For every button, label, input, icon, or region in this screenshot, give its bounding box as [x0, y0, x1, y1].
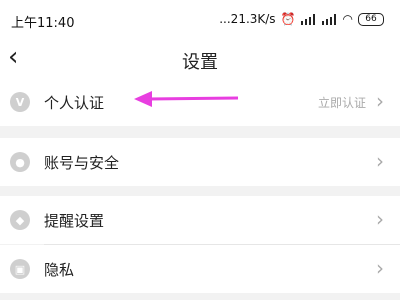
settings-item-label: 隐私: [44, 261, 75, 279]
chevron-right-icon: ›: [376, 207, 384, 231]
settings-item-meta: 立即认证: [317, 96, 366, 110]
alarm-icon: ⏰: [280, 12, 296, 26]
status-time: 上午11:40: [11, 16, 75, 31]
bell-icon: ◆: [10, 210, 30, 230]
signal-icon-2: [321, 13, 338, 25]
settings-item-privacy[interactable]: ▣ 隐私 ›: [0, 245, 400, 293]
net-speed: ...21.3K/s: [219, 12, 276, 26]
wifi-icon: ◠: [342, 12, 353, 26]
chevron-right-icon: ›: [376, 149, 384, 173]
chevron-right-icon: ›: [376, 256, 384, 280]
settings-item-reminders[interactable]: ◆ 提醒设置 ›: [0, 196, 400, 244]
settings-item-label: 个人认证: [44, 94, 105, 112]
signal-icon: [300, 13, 317, 25]
status-bar: 上午11:40 ...21.3K/s ⏰ ◠ 66: [0, 0, 400, 38]
chevron-right-icon: ›: [376, 89, 384, 113]
nav-bar: ‹ 设置: [0, 38, 400, 78]
settings-item-account-security[interactable]: ● 账号与安全 ›: [0, 138, 400, 186]
battery-icon: 66: [358, 12, 384, 26]
status-icons: ...21.3K/s ⏰ ◠ 66: [219, 12, 384, 26]
annotation-arrow: [134, 91, 239, 107]
verified-v-icon: V: [10, 92, 30, 112]
lock-icon: ▣: [10, 259, 30, 279]
user-icon: ●: [10, 152, 30, 172]
settings-item-label: 提醒设置: [44, 212, 105, 230]
page-title: 设置: [182, 52, 218, 73]
settings-item-label: 账号与安全: [44, 154, 120, 172]
